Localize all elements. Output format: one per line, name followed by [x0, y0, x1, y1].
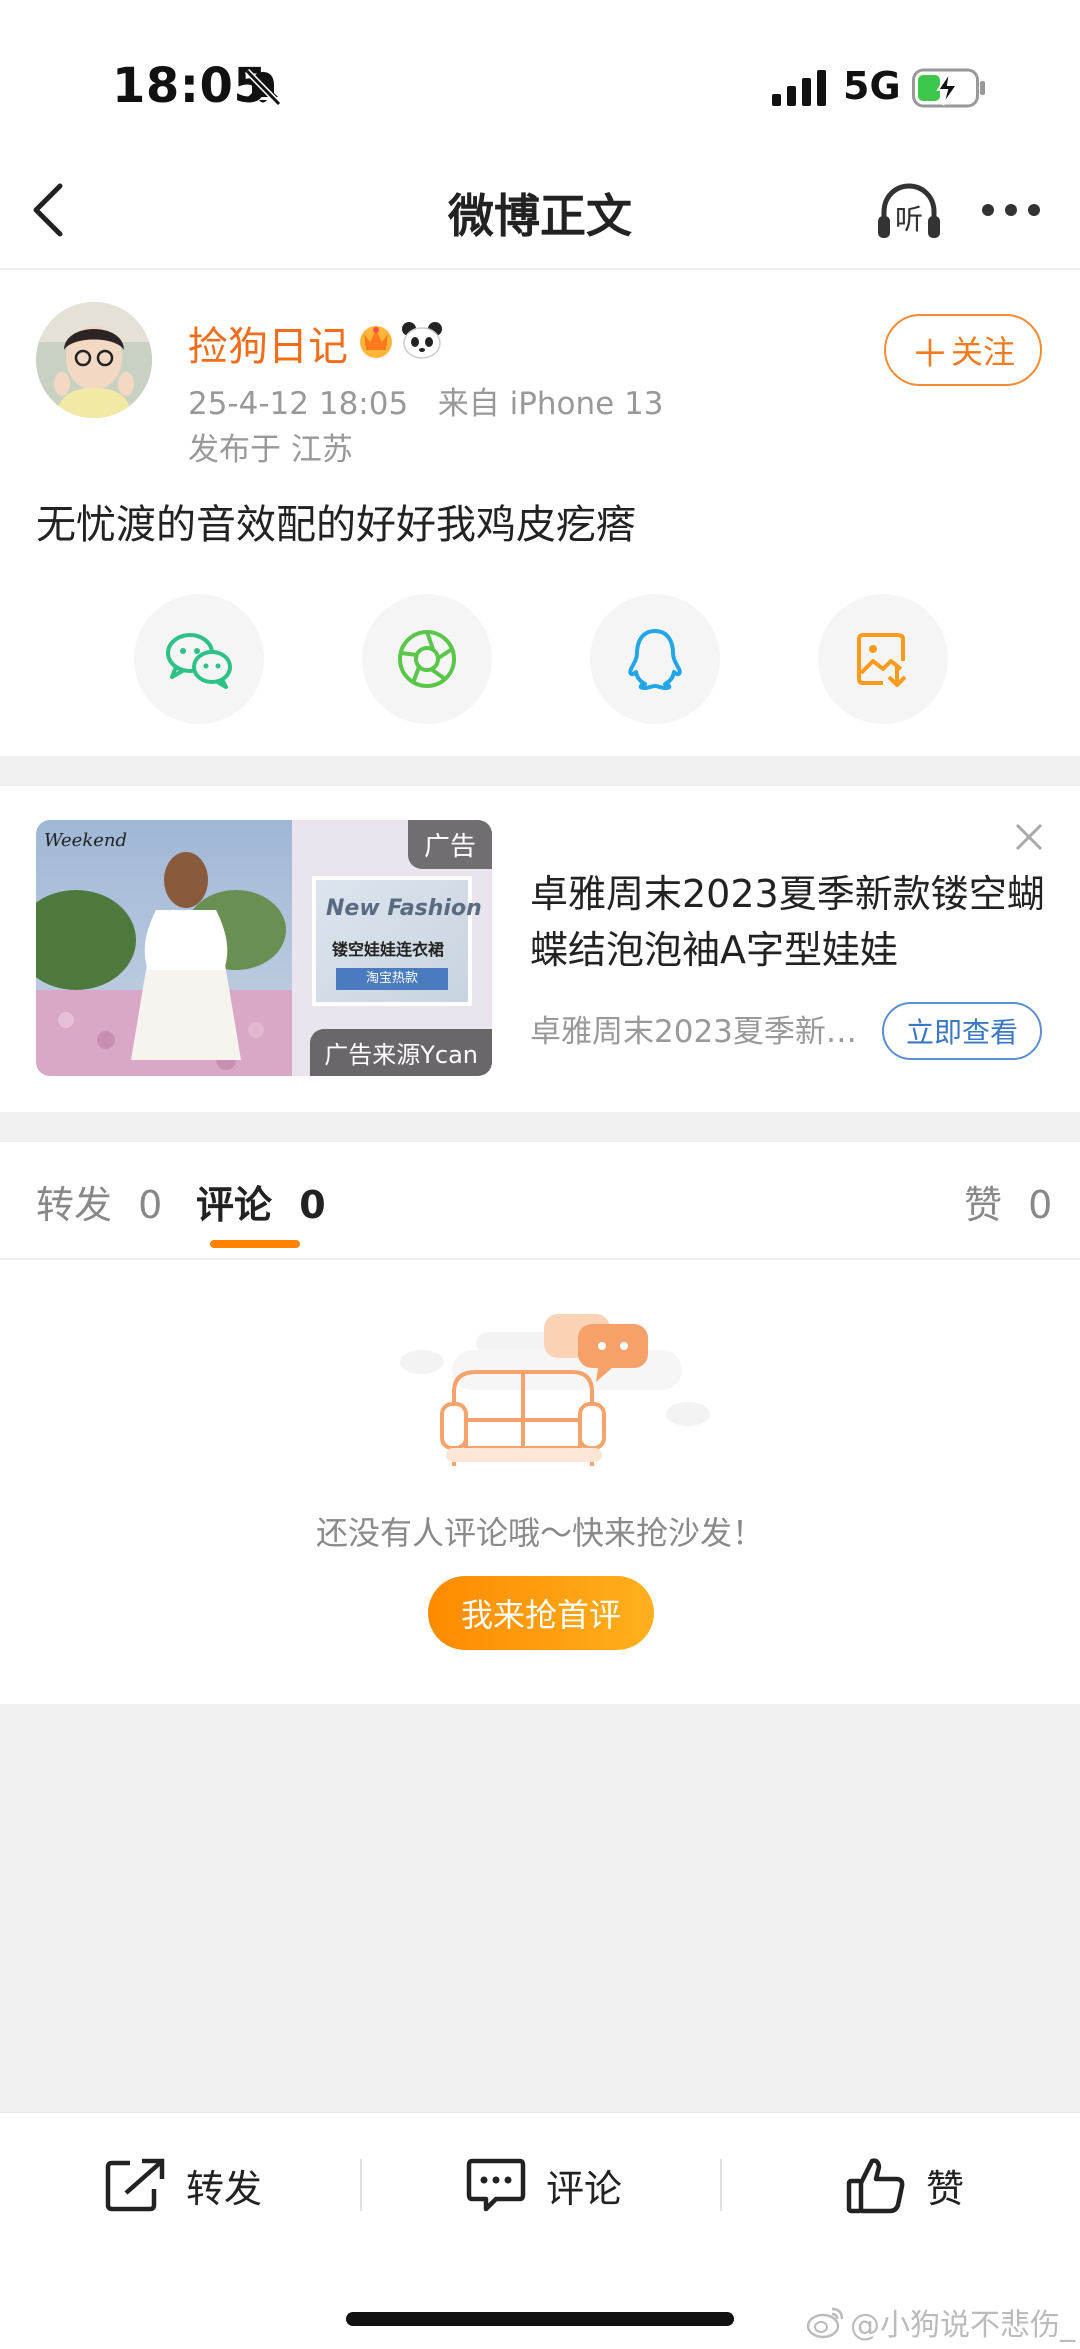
tab-repost[interactable]: 转发 0	[36, 1174, 162, 1229]
comment-button[interactable]: 评论	[466, 2153, 622, 2217]
follow-label: 关注	[951, 333, 1016, 371]
avatar-image	[36, 302, 152, 418]
ad-image-tag: 淘宝热款	[336, 968, 448, 990]
author-name[interactable]: 捡狗日记	[188, 314, 348, 372]
section-divider	[0, 1112, 1080, 1142]
ad-image[interactable]: Weekend New Fashion 镂空娃娃连衣裙 淘宝热款 广告 广告来源…	[36, 820, 492, 1076]
watermark-text: @小狗说不悲伤_	[850, 2308, 1075, 2343]
toolbar-divider	[360, 2159, 362, 2211]
tab-like-label: 赞	[964, 1183, 1003, 1227]
tab-like[interactable]: 赞 0	[964, 1174, 1052, 1229]
ad-source: 广告来源Ycan	[310, 1029, 492, 1076]
ad-card[interactable]: Weekend New Fashion 镂空娃娃连衣裙 淘宝热款 广告 广告来源…	[0, 786, 1080, 1112]
share-qq-button[interactable]	[590, 594, 720, 724]
ad-badge: 广告	[407, 820, 492, 869]
repost-button[interactable]: 转发	[104, 2153, 262, 2217]
vip-crown-icon	[360, 326, 392, 358]
nav-bar: 微博正文 听	[0, 150, 1080, 270]
like-label: 赞	[926, 2166, 965, 2211]
bell-muted-icon	[244, 68, 282, 107]
ad-subtitle: 卓雅周末2023夏季新…	[530, 1014, 857, 1050]
follow-button[interactable]: ＋ 关注	[884, 314, 1042, 386]
ad-image-caption: 镂空娃娃连衣裙	[332, 940, 445, 959]
listen-label: 听	[895, 203, 924, 236]
repost-label: 转发	[186, 2166, 263, 2211]
close-icon[interactable]	[1014, 822, 1044, 852]
repost-icon	[105, 2158, 165, 2212]
empty-area	[0, 1704, 1080, 2112]
moments-icon	[398, 630, 456, 688]
panda-badge-icon	[402, 322, 442, 359]
comment-label: 评论	[546, 2166, 623, 2211]
interaction-tabs: 转发 0 评论 0 赞 0	[0, 1142, 1080, 1260]
weibo-logo-icon	[806, 2307, 844, 2339]
tab-comment-count: 0	[299, 1183, 326, 1227]
tab-comment[interactable]: 评论 0	[196, 1174, 326, 1229]
tab-repost-label: 转发	[36, 1183, 113, 1227]
tab-comment-label: 评论	[196, 1183, 273, 1227]
network-label: 5G	[843, 64, 901, 108]
home-indicator[interactable]	[346, 2312, 734, 2326]
sofa-illustration-icon	[400, 1314, 710, 1466]
ad-title[interactable]: 卓雅周末2023夏季新款镂空蝴蝶结泡泡袖A字型娃娃	[530, 866, 1050, 978]
save-image-icon	[857, 633, 907, 687]
watermark: @小狗说不悲伤_	[806, 2300, 1075, 2344]
comment-icon	[466, 2158, 526, 2212]
share-moments-button[interactable]	[362, 594, 492, 724]
section-divider	[0, 756, 1080, 786]
ad-image-headline: New Fashion	[326, 896, 482, 921]
more-icon[interactable]	[980, 200, 1042, 220]
post-location: 发布于 江苏	[188, 432, 353, 468]
like-button[interactable]: 赞	[846, 2153, 964, 2217]
plus-icon: ＋	[910, 331, 949, 376]
battery-charging-icon	[912, 68, 985, 108]
first-comment-button[interactable]: 我来抢首评	[428, 1576, 654, 1650]
wechat-icon	[166, 633, 232, 689]
avatar[interactable]	[36, 302, 152, 418]
share-wechat-button[interactable]	[134, 594, 264, 724]
empty-comments-message: 还没有人评论哦～快来抢沙发！	[315, 1514, 764, 1552]
ad-view-button[interactable]: 立即查看	[882, 1002, 1042, 1060]
signal-icon	[772, 70, 826, 106]
qq-icon	[628, 629, 682, 690]
post-meta: 25-4-12 18:05 来自 iPhone 13	[188, 386, 664, 422]
save-image-button[interactable]	[818, 594, 948, 724]
tab-active-indicator	[210, 1240, 300, 1248]
toolbar-divider	[720, 2159, 722, 2211]
thumbs-up-icon	[846, 2158, 905, 2214]
tab-repost-count: 0	[138, 1183, 163, 1227]
ad-image-brand: Weekend	[44, 830, 128, 851]
bottom-toolbar: 转发 评论 赞	[0, 2112, 1080, 2262]
post-text: 无忧渡的音效配的好好我鸡皮疙瘩	[36, 502, 636, 548]
tab-like-count: 0	[1028, 1183, 1053, 1227]
status-bar: 18:05 5G	[0, 0, 1080, 150]
